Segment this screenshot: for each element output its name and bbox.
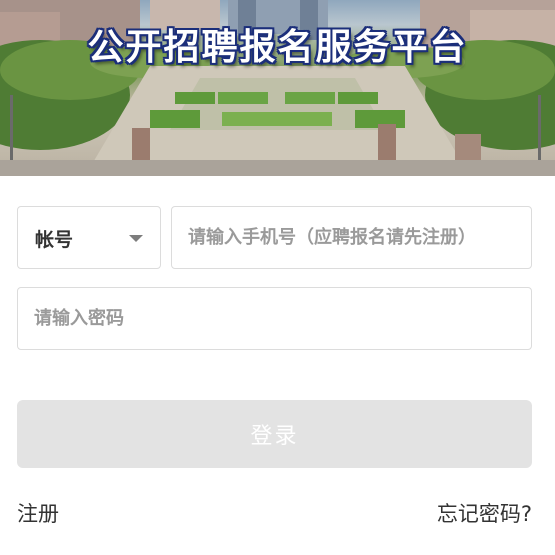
password-input[interactable] bbox=[18, 288, 531, 349]
campus-banner: 公开招聘报名服务平台 bbox=[0, 0, 555, 176]
banner-title: 公开招聘报名服务平台 bbox=[87, 27, 468, 68]
phone-input[interactable] bbox=[172, 207, 531, 268]
register-link[interactable]: 注册 bbox=[17, 498, 59, 528]
account-type-selected-value: 帐号 bbox=[35, 229, 74, 251]
forgot-password-link[interactable]: 忘记密码? bbox=[437, 498, 532, 528]
phone-field-wrapper bbox=[171, 206, 532, 269]
account-type-select[interactable]: 帐号 bbox=[17, 206, 161, 269]
login-button[interactable]: 登录 bbox=[17, 400, 532, 468]
chevron-down-icon bbox=[129, 235, 143, 242]
password-field-wrapper bbox=[17, 287, 532, 350]
